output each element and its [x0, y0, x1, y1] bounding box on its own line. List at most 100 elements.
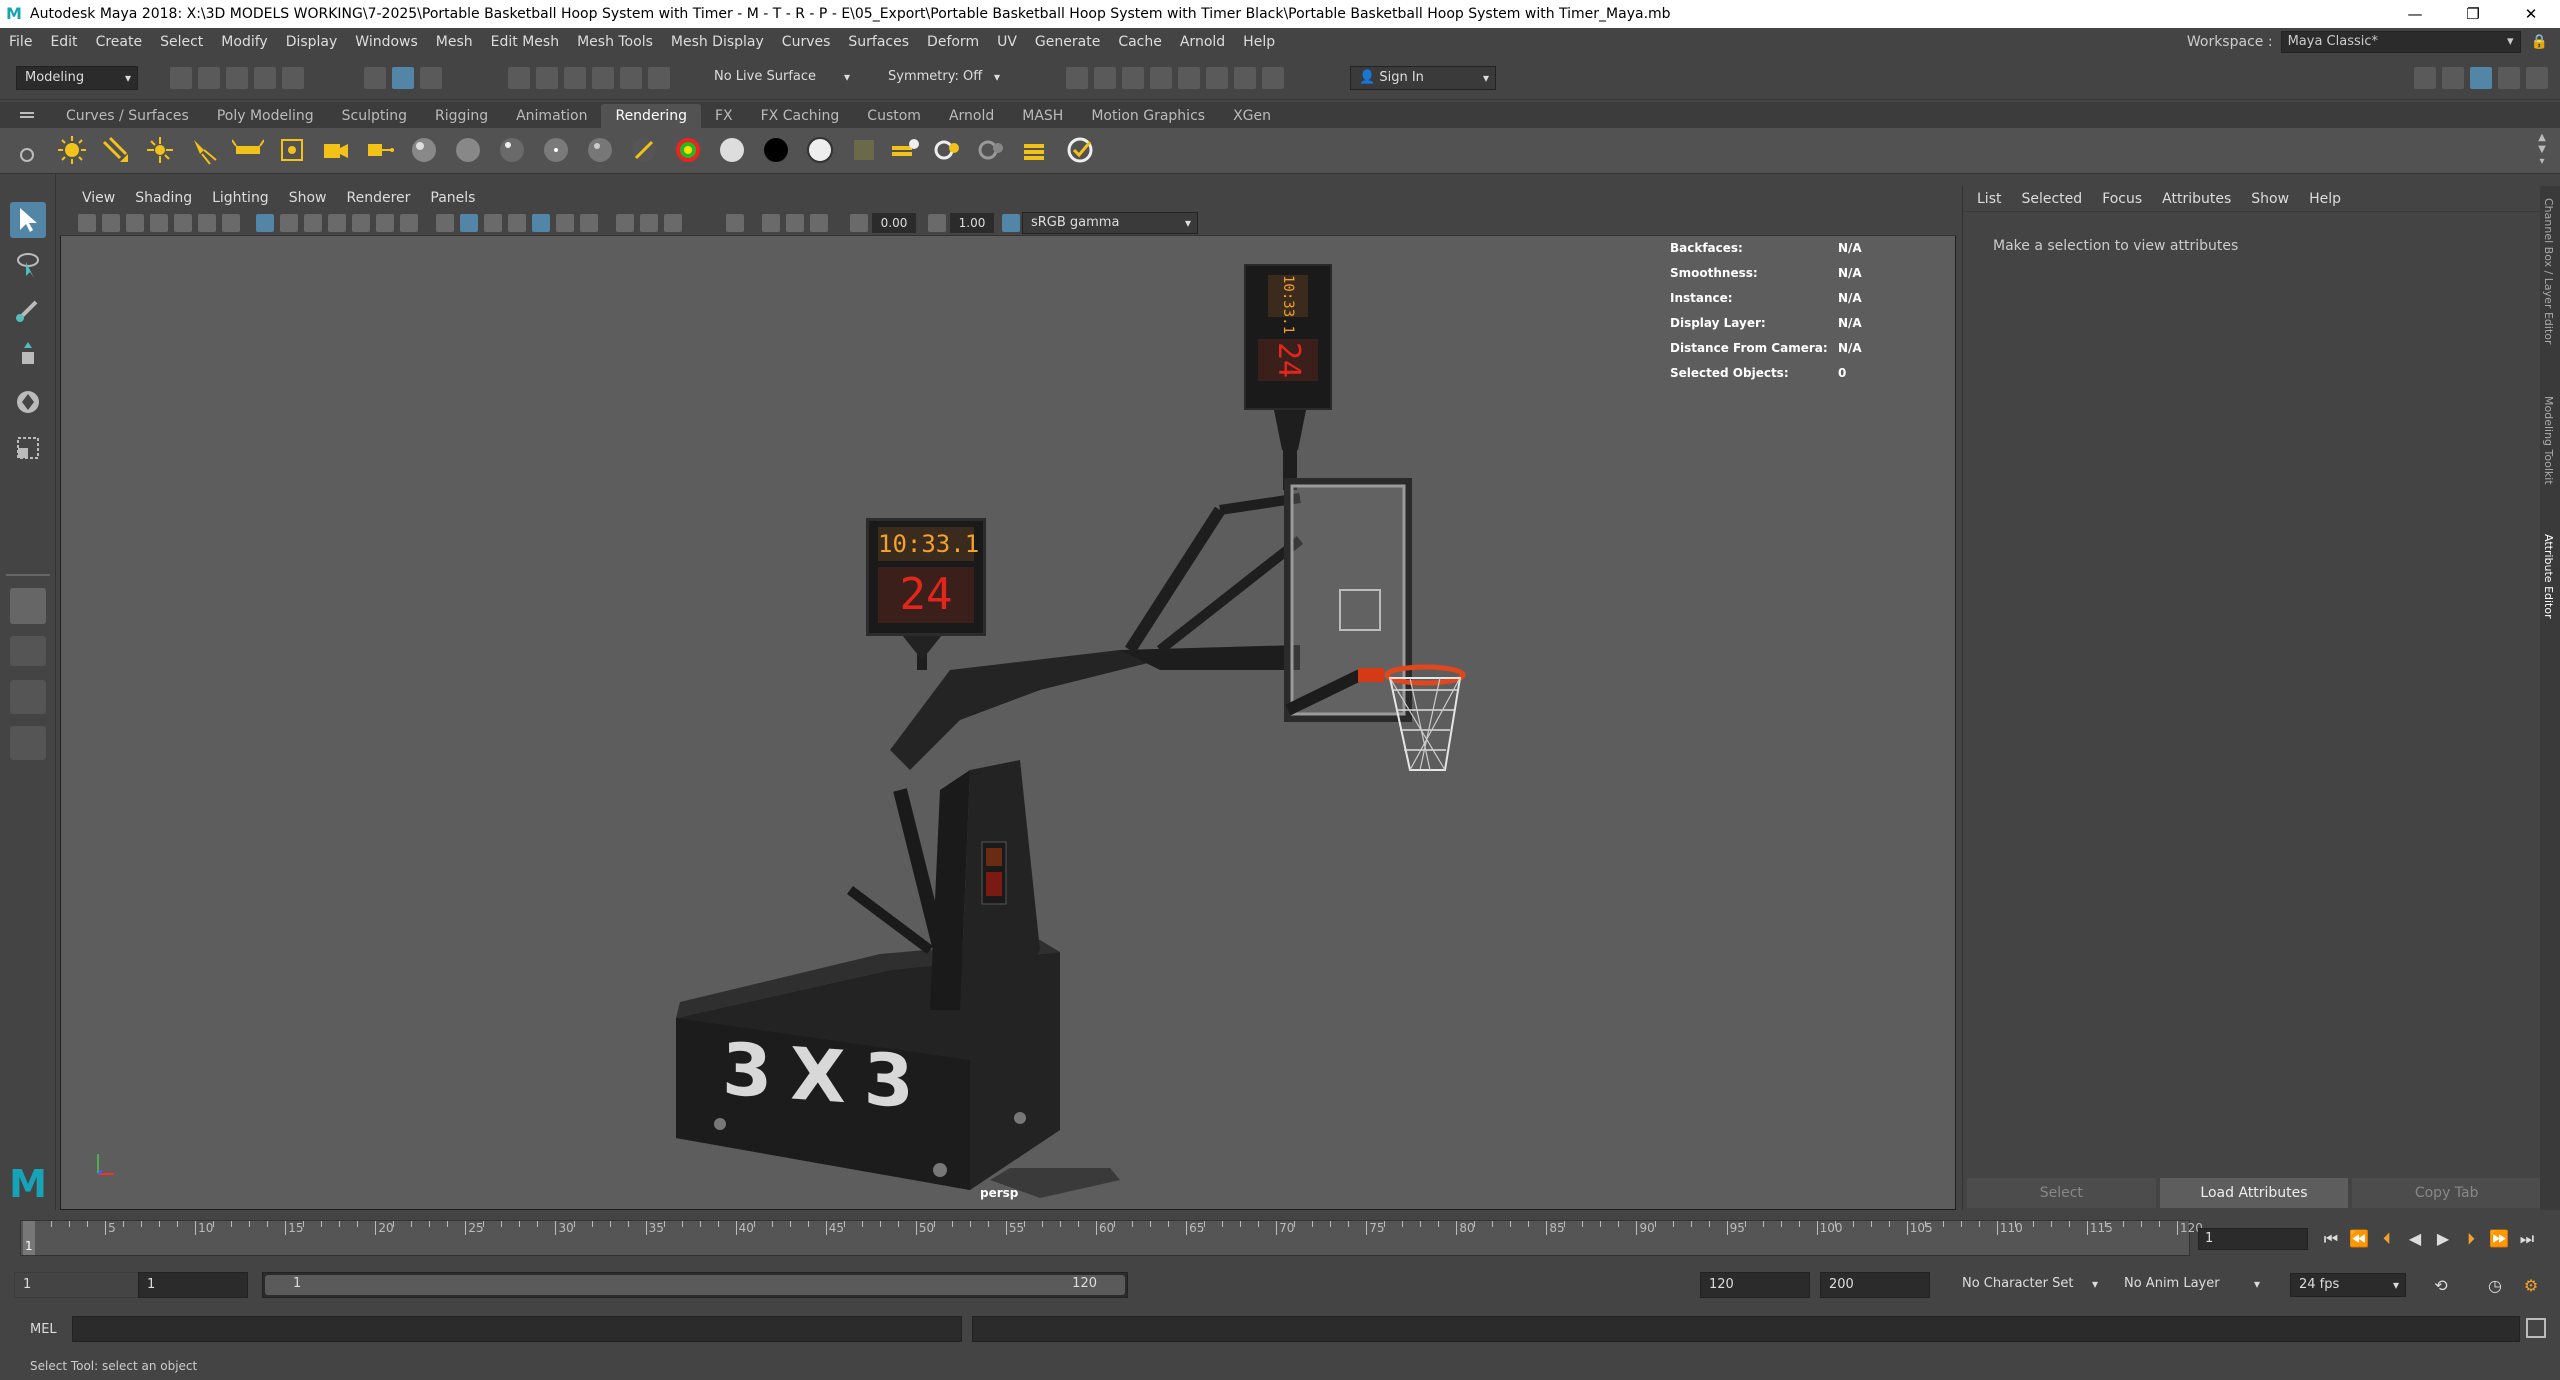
- single-perspective-view-icon[interactable]: [10, 588, 46, 624]
- render-target-icon[interactable]: [1064, 134, 1096, 166]
- anim-layer-dropdown[interactable]: No Anim Layer: [2116, 1273, 2266, 1297]
- use-background-icon[interactable]: [760, 134, 792, 166]
- menu-edit[interactable]: Edit: [41, 34, 86, 50]
- 2d-pan-zoom-icon[interactable]: [198, 214, 216, 232]
- grease-pencil-icon[interactable]: [222, 214, 240, 232]
- volume-light-icon[interactable]: [276, 134, 308, 166]
- go-to-start-icon[interactable]: ⏮: [2320, 1228, 2342, 1250]
- phong-e-icon[interactable]: [584, 134, 616, 166]
- undo-icon[interactable]: [254, 67, 276, 89]
- smooth-shade-icon[interactable]: [460, 214, 478, 232]
- film-gate-icon[interactable]: [280, 214, 298, 232]
- time-slider[interactable]: 1 5 10 15 20 25 30 35 40 45 50 55 60 65 70 75 80 85 90 95 1…: [20, 1220, 2203, 1256]
- shelf-tab-arnold[interactable]: Arnold: [935, 104, 1008, 128]
- move-tool-icon[interactable]: [10, 338, 46, 374]
- close-button[interactable]: ✕: [2502, 0, 2560, 28]
- range-slider[interactable]: 1 120: [262, 1272, 1128, 1298]
- persp-outliner-layout-icon[interactable]: [10, 680, 46, 714]
- snap-view-plane-icon[interactable]: [592, 67, 614, 89]
- assign-material-icon[interactable]: [888, 134, 920, 166]
- shelf-gear-icon[interactable]: [20, 148, 34, 162]
- pause-viewport-icon[interactable]: [1234, 67, 1256, 89]
- textured-icon[interactable]: [532, 214, 550, 232]
- texture-icon[interactable]: [848, 134, 880, 166]
- gamma-field[interactable]: 1.00: [950, 213, 994, 233]
- grid-toggle-icon[interactable]: [256, 214, 274, 232]
- maximize-button[interactable]: ❐: [2444, 0, 2502, 28]
- paint-select-tool-icon[interactable]: [10, 292, 46, 328]
- rotate-tool-icon[interactable]: [10, 384, 46, 420]
- menu-modify[interactable]: Modify: [212, 34, 276, 50]
- redo-icon[interactable]: [282, 67, 304, 89]
- current-frame-field[interactable]: 1: [2198, 1228, 2308, 1250]
- shelf-scroll-icon[interactable]: ▲ ▼ ▾: [2536, 132, 2548, 170]
- menu-curves[interactable]: Curves: [773, 34, 840, 50]
- resolution-gate-icon[interactable]: [304, 214, 322, 232]
- area-light-icon[interactable]: [232, 134, 264, 166]
- menu-select[interactable]: Select: [151, 34, 212, 50]
- viewport-menu-shading[interactable]: Shading: [125, 190, 202, 206]
- loop-icon[interactable]: ⟲: [2430, 1275, 2452, 1297]
- menu-create[interactable]: Create: [87, 34, 152, 50]
- ramp-shader-icon[interactable]: [672, 134, 704, 166]
- step-forward-frame-icon[interactable]: ⏵: [2460, 1228, 2482, 1250]
- gate-mask-icon[interactable]: [328, 214, 346, 232]
- menu-uv[interactable]: UV: [988, 34, 1026, 50]
- select-by-component-icon[interactable]: [420, 67, 442, 89]
- anti-aliasing-icon[interactable]: [664, 214, 682, 232]
- select-by-object-icon[interactable]: [392, 67, 414, 89]
- xray-joints-icon[interactable]: [810, 214, 828, 232]
- menu-windows[interactable]: Windows: [346, 34, 427, 50]
- lasso-tool-icon[interactable]: [10, 246, 46, 282]
- render-layer-icon[interactable]: [976, 134, 1008, 166]
- workspace-dropdown[interactable]: Maya Classic* ▾: [2280, 31, 2521, 53]
- tab-channel-box[interactable]: Channel Box / Layer Editor: [2542, 198, 2555, 345]
- go-to-end-icon[interactable]: ⏭: [2516, 1228, 2538, 1250]
- select-button[interactable]: Select: [1967, 1178, 2156, 1208]
- attr-menu-focus[interactable]: Focus: [2092, 191, 2152, 207]
- attr-menu-show[interactable]: Show: [2241, 191, 2299, 207]
- lock-camera-icon[interactable]: [102, 214, 120, 232]
- channel-box-icon[interactable]: [2526, 67, 2548, 89]
- xray-icon[interactable]: [762, 214, 780, 232]
- exposure-field[interactable]: 0.00: [872, 213, 916, 233]
- view-transform-dropdown[interactable]: sRGB gamma: [1022, 212, 1198, 234]
- isolate-select-icon[interactable]: [726, 214, 744, 232]
- menu-surfaces[interactable]: Surfaces: [839, 34, 918, 50]
- shelf-tab-rigging[interactable]: Rigging: [421, 104, 502, 128]
- save-scene-icon[interactable]: [226, 67, 248, 89]
- field-chart-icon[interactable]: [352, 214, 370, 232]
- menu-mesh-display[interactable]: Mesh Display: [662, 34, 773, 50]
- lambert-icon[interactable]: [452, 134, 484, 166]
- tool-settings-icon[interactable]: [2498, 67, 2520, 89]
- ipr-render-icon[interactable]: [1094, 67, 1116, 89]
- image-plane-icon[interactable]: [174, 214, 192, 232]
- safe-title-icon[interactable]: [400, 214, 418, 232]
- viewport-menu-lighting[interactable]: Lighting: [202, 190, 279, 206]
- open-scene-icon[interactable]: [198, 67, 220, 89]
- fps-dropdown[interactable]: 24 fps: [2290, 1273, 2406, 1297]
- batch-render-icon[interactable]: [1020, 134, 1052, 166]
- phong-icon[interactable]: [540, 134, 572, 166]
- shadows-icon[interactable]: [580, 214, 598, 232]
- select-camera-icon[interactable]: [78, 214, 96, 232]
- animation-prefs-icon[interactable]: ⚙: [2520, 1275, 2542, 1297]
- viewport-menu-panels[interactable]: Panels: [420, 190, 485, 206]
- command-input[interactable]: [72, 1316, 962, 1342]
- play-forwards-icon[interactable]: ▶: [2432, 1228, 2454, 1250]
- menu-display[interactable]: Display: [277, 34, 347, 50]
- symmetry-dropdown[interactable]: Symmetry: Off: [880, 66, 1006, 90]
- hypershade-shelf-icon[interactable]: [932, 134, 964, 166]
- command-language-label[interactable]: MEL: [30, 1322, 57, 1337]
- minimize-button[interactable]: —: [2386, 0, 2444, 28]
- attribute-editor-toggle-icon[interactable]: [2470, 67, 2492, 89]
- animation-end-field[interactable]: 200: [1820, 1272, 1930, 1298]
- live-surface-field[interactable]: No Live Surface: [706, 66, 856, 90]
- snap-curve-icon[interactable]: [536, 67, 558, 89]
- exposure-icon[interactable]: [850, 214, 868, 232]
- wireframe-icon[interactable]: [436, 214, 454, 232]
- shelf-tab-mash[interactable]: MASH: [1008, 104, 1077, 128]
- wireframe-on-shaded-icon[interactable]: [508, 214, 526, 232]
- default-material-icon[interactable]: [484, 214, 502, 232]
- render-view-icon[interactable]: [1178, 67, 1200, 89]
